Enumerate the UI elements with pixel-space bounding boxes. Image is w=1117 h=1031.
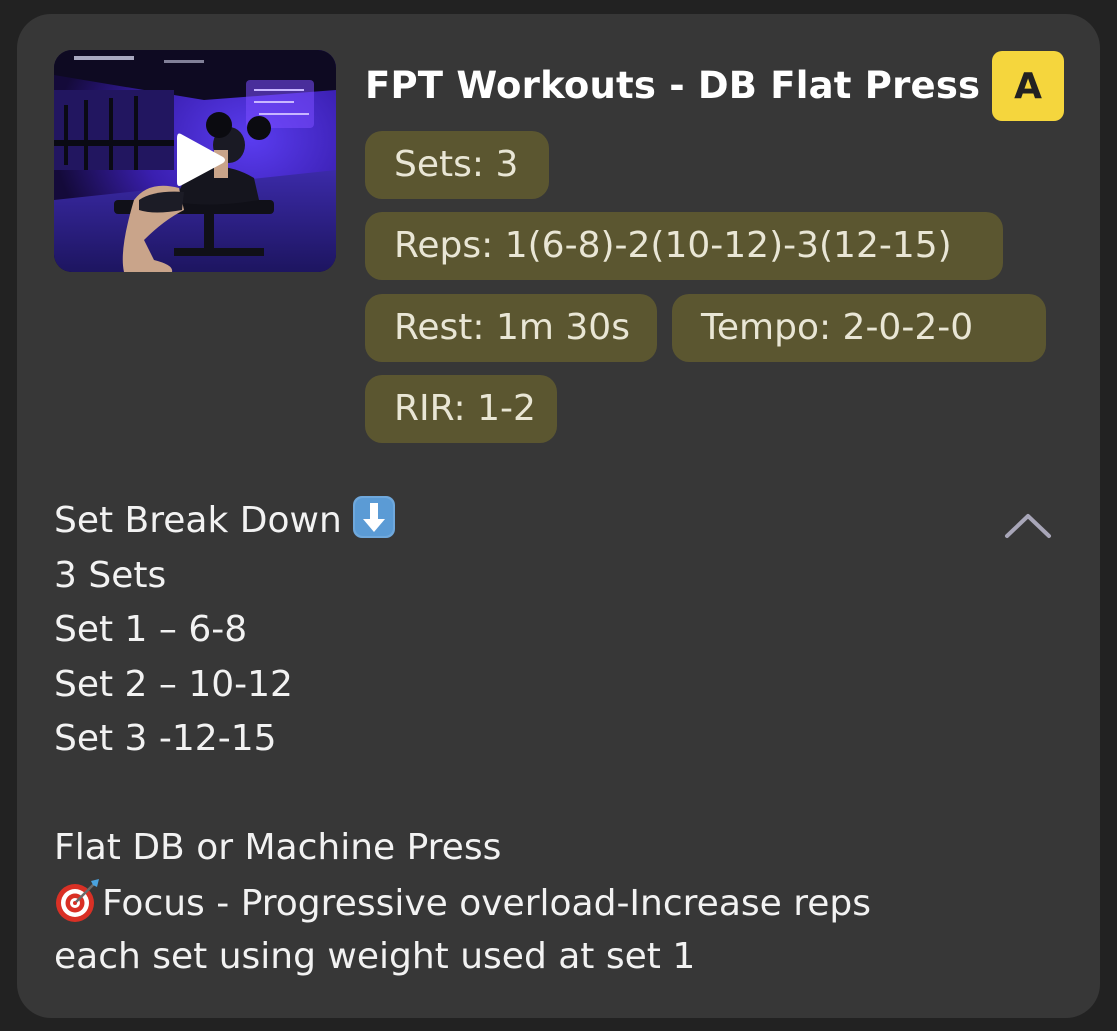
focus-line: Focus - Progressive overload-Increase re… [54, 876, 1054, 931]
breakdown-line-2: Set 1 – 6-8 [54, 609, 248, 650]
breakdown-line-3: Set 2 – 10-12 [54, 663, 293, 705]
exercise-title: FPT Workouts - DB Flat Press [365, 64, 981, 107]
dart-target-icon [56, 878, 99, 922]
category-badge: A [992, 51, 1064, 121]
breakdown-line-4: Set 3 -12-15 [54, 718, 277, 759]
play-icon[interactable] [173, 130, 227, 190]
breakdown-header-text: Set Break Down [54, 500, 342, 541]
focus-text: Focus - Progressive overload-Increase re… [102, 882, 871, 924]
workout-card: FPT Workouts - DB Flat Press A Sets: 3 R… [17, 14, 1100, 1018]
rir-chip: RIR: 1-2 [365, 375, 557, 443]
tempo-chip: Tempo: 2-0-2-0 [672, 294, 1046, 362]
down-arrow-emoji-icon [352, 496, 395, 538]
video-thumbnail[interactable] [54, 50, 336, 272]
exercise-line: Flat DB or Machine Press [54, 827, 502, 868]
rest-chip: Rest: 1m 30s [365, 294, 657, 362]
focus-line-2: each set using weight used at set 1 [54, 936, 696, 977]
sets-chip: Sets: 3 [365, 131, 549, 199]
set-breakdown-description: Set Break Down 3 Sets Set 1 – 6-8 Set 2 … [54, 494, 1054, 985]
breakdown-header: Set Break Down [54, 494, 1054, 549]
breakdown-line-1: 3 Sets [54, 554, 167, 596]
reps-chip: Reps: 1(6-8)-2(10-12)-3(12-15) [365, 212, 1003, 280]
